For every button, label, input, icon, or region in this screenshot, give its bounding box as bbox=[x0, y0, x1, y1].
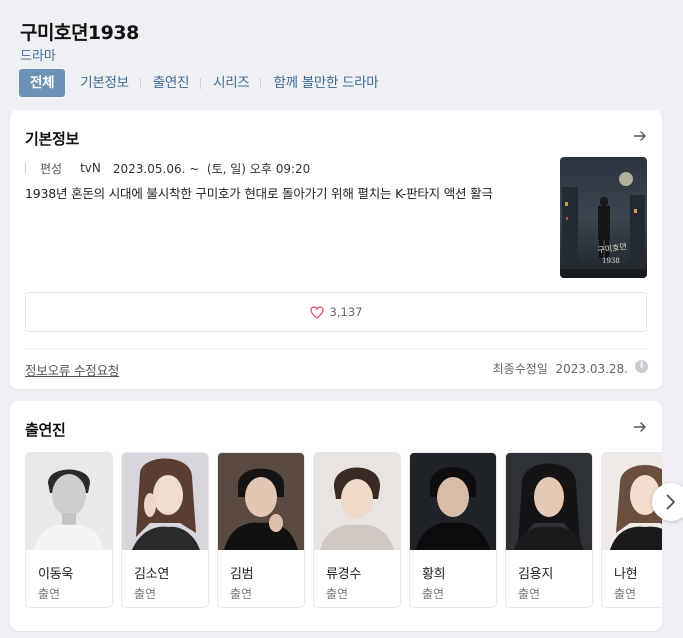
tab-recommended[interactable]: 함께 볼만한 드라마 bbox=[261, 69, 390, 97]
tab-series[interactable]: 시리즈 bbox=[201, 69, 262, 97]
report-error-link[interactable]: 정보오류 수정요청 bbox=[25, 360, 119, 379]
meta-divider bbox=[25, 162, 26, 174]
info-icon[interactable]: i bbox=[635, 360, 648, 373]
page-title: 구미호뎐1938 bbox=[20, 22, 139, 44]
cast-name: 김용지 bbox=[518, 567, 553, 582]
cast-photo bbox=[26, 453, 112, 550]
cast-item[interactable]: 나현 출연 bbox=[601, 452, 662, 608]
like-button[interactable]: 3,137 bbox=[25, 292, 647, 332]
cast-name: 김소연 bbox=[134, 567, 169, 582]
heart-icon bbox=[309, 305, 324, 319]
network-name[interactable]: tvN bbox=[80, 161, 101, 175]
genre-link[interactable]: 드라마 bbox=[20, 45, 56, 64]
cast-photo bbox=[314, 453, 400, 550]
cast-photo bbox=[122, 453, 208, 550]
carousel-next-button[interactable] bbox=[652, 483, 683, 521]
cast-title: 출연진 bbox=[25, 421, 66, 439]
schedule-text: 2023.05.06. ~ (토, 일) 오후 09:20 bbox=[112, 161, 311, 176]
basic-info-card: 기본정보 편성 tvN 2023.05.06. ~ (토, 일) 오후 09:2… bbox=[10, 110, 662, 389]
cast-photo bbox=[410, 453, 496, 550]
divider bbox=[25, 348, 647, 349]
cast-name: 김범 bbox=[230, 567, 254, 582]
arrow-right-icon[interactable] bbox=[632, 419, 648, 435]
cast-item[interactable]: 이동욱 출연 bbox=[25, 452, 113, 608]
last-updated: 최종수정일 2023.03.28. bbox=[492, 362, 628, 376]
cast-item[interactable]: 황희 출연 bbox=[409, 452, 497, 608]
cast-item[interactable]: 김범 출연 bbox=[217, 452, 305, 608]
cast-card: 출연진 이동욱 출연 김소연 출연 김범 출연 류경수 출연 황희 출연 김용지… bbox=[10, 401, 662, 631]
svg-text:1938: 1938 bbox=[602, 257, 620, 265]
arrow-right-icon[interactable] bbox=[632, 128, 648, 144]
page-header: 구미호뎐1938 드라마 전체 기본정보 출연진 시리즈 함께 볼만한 드라마 bbox=[0, 0, 683, 108]
basic-info-title: 기본정보 bbox=[25, 130, 80, 148]
cast-item[interactable]: 류경수 출연 bbox=[313, 452, 401, 608]
synopsis: 1938년 혼돈의 시대에 불시착한 구미호가 현대로 돌아가기 위해 펼치는 … bbox=[25, 186, 493, 201]
tab-all[interactable]: 전체 bbox=[19, 69, 66, 97]
chevron-right-icon bbox=[666, 494, 676, 510]
cast-name: 황희 bbox=[422, 567, 446, 582]
tab-cast[interactable]: 출연진 bbox=[141, 69, 202, 97]
cast-photo bbox=[506, 453, 592, 550]
cast-photo bbox=[218, 453, 304, 550]
tab-basic-info[interactable]: 기본정보 bbox=[68, 69, 142, 97]
cast-name: 나현 bbox=[614, 567, 638, 582]
cast-name: 류경수 bbox=[326, 567, 361, 582]
cast-list: 이동욱 출연 김소연 출연 김범 출연 류경수 출연 황희 출연 김용지 출연 … bbox=[25, 452, 662, 608]
cast-item[interactable]: 김용지 출연 bbox=[505, 452, 593, 608]
cast-name: 이동욱 bbox=[38, 567, 73, 582]
like-count: 3,137 bbox=[329, 305, 363, 319]
drama-poster[interactable]: 구미호뎐 1938 bbox=[560, 157, 647, 278]
schedule-label: 편성 bbox=[40, 161, 63, 176]
cast-item[interactable]: 김소연 출연 bbox=[121, 452, 209, 608]
tab-bar: 전체 기본정보 출연진 시리즈 함께 볼만한 드라마 bbox=[19, 69, 390, 97]
broadcast-meta: 편성 tvN 2023.05.06. ~ (토, 일) 오후 09:20 bbox=[25, 160, 310, 176]
